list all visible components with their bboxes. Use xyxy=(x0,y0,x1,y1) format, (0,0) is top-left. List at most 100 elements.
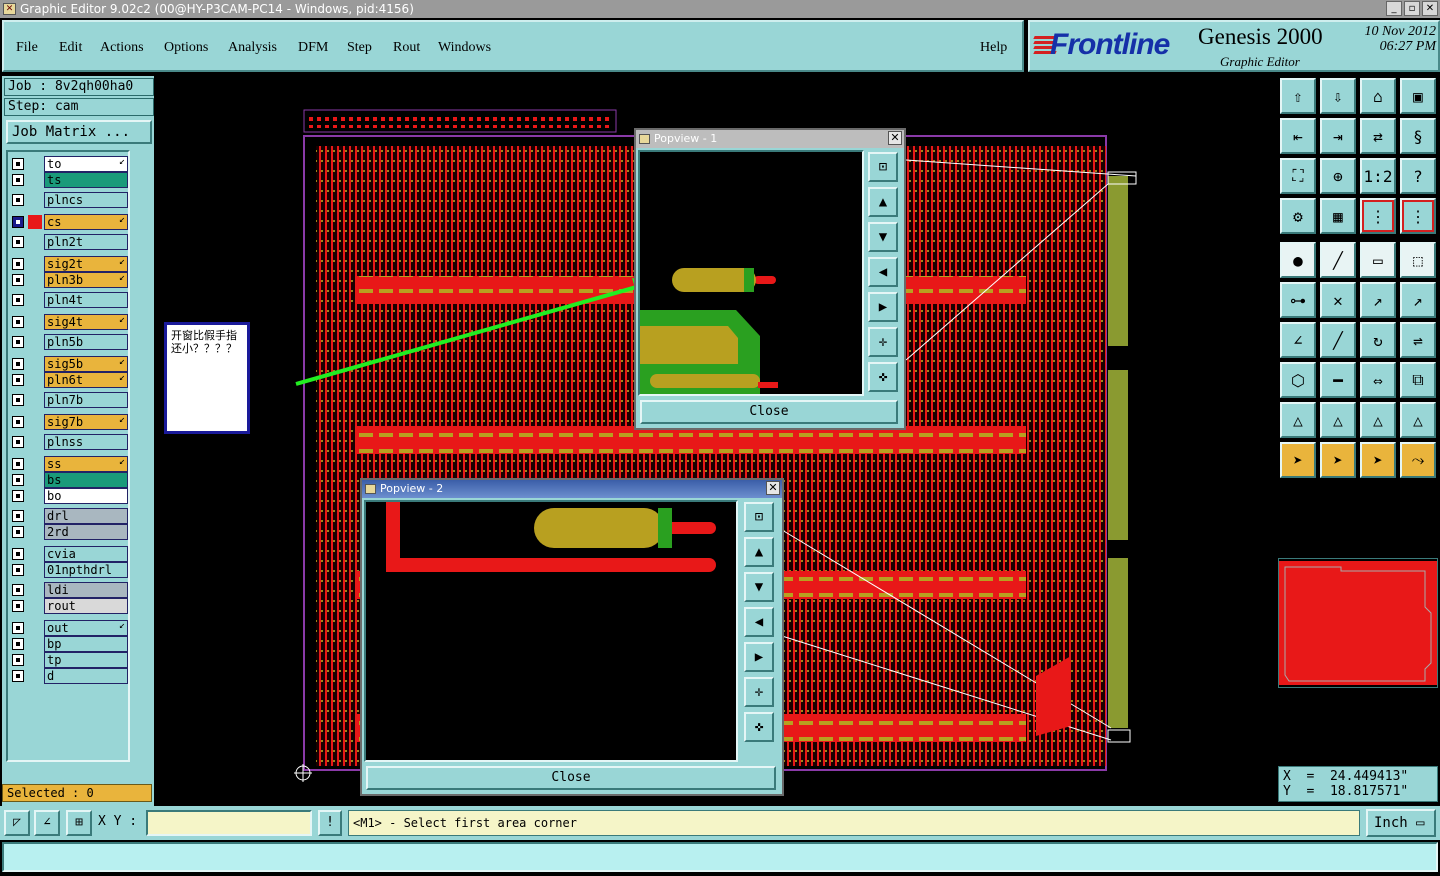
layer-visibility-checkbox[interactable] xyxy=(12,638,24,650)
resize-icon[interactable]: ⇔ xyxy=(1360,362,1396,398)
layer-visibility-checkbox[interactable] xyxy=(12,316,24,328)
zoom-window-icon[interactable]: ◸ xyxy=(4,810,30,836)
group-icon[interactable]: ⧉ xyxy=(1400,362,1436,398)
route-icon[interactable]: ⤳ xyxy=(1400,442,1436,478)
layer-row-bo[interactable]: bo xyxy=(10,488,128,504)
graphic-canvas[interactable]: 开窗比假手指还小？？？？ Popview - 1 ✕ ⊡ ▲ ▼ ◀ ▶ ✛ ✜… xyxy=(156,76,1276,806)
pan-up-icon[interactable]: ▲ xyxy=(868,187,898,217)
layer-name[interactable]: sig5b xyxy=(44,356,128,372)
layer-row-plncs[interactable]: plncs xyxy=(10,192,128,208)
zoom-out-icon[interactable]: ✜ xyxy=(868,362,898,392)
triangle-2-icon[interactable]: △ xyxy=(1320,402,1356,438)
layer-name[interactable]: pln5b xyxy=(44,334,128,350)
popview-2-close-icon[interactable]: ✕ xyxy=(766,481,780,495)
zoom-fit-icon[interactable]: ⊕ xyxy=(1320,158,1356,194)
layer-row-2rd[interactable]: 2rd xyxy=(10,524,128,540)
layer-visibility-checkbox[interactable] xyxy=(12,358,24,370)
layer-name[interactable]: 2rd xyxy=(44,524,128,540)
angle-icon[interactable]: ∠ xyxy=(1280,322,1316,358)
layer-row-plnss[interactable]: plnss xyxy=(10,434,128,450)
layer-row-sig4t[interactable]: sig4t ↙ xyxy=(10,314,128,330)
layer-name[interactable]: rout xyxy=(44,598,128,614)
layer-row-ldi[interactable]: ldi xyxy=(10,582,128,598)
select-area-icon[interactable]: ⬚ xyxy=(1400,242,1436,278)
menu-file[interactable]: File xyxy=(16,40,38,56)
zoom-home-icon[interactable]: ⊡ xyxy=(744,502,774,532)
layer-row-rout[interactable]: rout xyxy=(10,598,128,614)
layer-visibility-checkbox[interactable] xyxy=(12,336,24,348)
measure-angle-icon[interactable]: ∠ xyxy=(34,810,60,836)
pan-down-icon[interactable]: ▼ xyxy=(744,572,774,602)
layer-name[interactable]: sig2t xyxy=(44,256,128,272)
layer-name[interactable]: drl xyxy=(44,508,128,524)
layer-row-ss[interactable]: ss ↙ xyxy=(10,456,128,472)
menu-analysis[interactable]: Analysis xyxy=(228,40,277,56)
layer-visibility-checkbox[interactable] xyxy=(12,526,24,538)
layer-name[interactable]: d xyxy=(44,668,128,684)
layer-name[interactable]: cvia xyxy=(44,546,128,562)
polygon-icon[interactable]: ⬡ xyxy=(1280,362,1316,398)
layer-name[interactable]: ss xyxy=(44,456,128,472)
layer-name[interactable]: cs xyxy=(44,214,128,230)
layer-row-bs[interactable]: bs xyxy=(10,472,128,488)
pan-left-icon[interactable]: ◀ xyxy=(744,607,774,637)
layer-visibility-checkbox[interactable] xyxy=(12,548,24,560)
layer-visibility-checkbox[interactable] xyxy=(12,374,24,386)
pointer-select-icon[interactable]: ➤ xyxy=(1320,442,1356,478)
triangle-3-icon[interactable]: △ xyxy=(1360,402,1396,438)
layer-visibility-checkbox[interactable] xyxy=(12,458,24,470)
menu-help[interactable]: Help xyxy=(980,40,1007,56)
arc-icon[interactable]: ↻ xyxy=(1360,322,1396,358)
layer-row-pln7b[interactable]: pln7b xyxy=(10,392,128,408)
layer-name[interactable]: sig4t xyxy=(44,314,128,330)
import-icon[interactable]: ⇤ xyxy=(1280,118,1316,154)
ruler-icon[interactable]: ▭ xyxy=(1360,242,1396,278)
layer-name[interactable]: pln7b xyxy=(44,392,128,408)
connect-icon[interactable]: ⊶ xyxy=(1280,282,1316,318)
menu-edit[interactable]: Edit xyxy=(59,40,82,56)
popview-1-close-icon[interactable]: ✕ xyxy=(888,131,902,145)
pan-right-icon[interactable]: ▶ xyxy=(868,292,898,322)
layer-visibility-checkbox[interactable] xyxy=(12,474,24,486)
layer-row-pln3b[interactable]: pln3b ↙ xyxy=(10,272,128,288)
copy-icon[interactable]: ↗ xyxy=(1400,282,1436,318)
zoom-out-icon[interactable]: ✜ xyxy=(744,712,774,742)
layer-name[interactable]: out xyxy=(44,620,128,636)
layer-visibility-checkbox[interactable] xyxy=(12,490,24,502)
swap-icon[interactable]: ⇄ xyxy=(1360,118,1396,154)
layer-name[interactable]: ts xyxy=(44,172,128,188)
delete-icon[interactable]: ✕ xyxy=(1320,282,1356,318)
layer-name[interactable]: pln6t xyxy=(44,372,128,388)
layer-visibility-checkbox[interactable] xyxy=(12,584,24,596)
grid-icon[interactable]: ▦ xyxy=(1320,198,1356,234)
layer-visibility-checkbox[interactable] xyxy=(12,174,24,186)
layer-visibility-checkbox[interactable] xyxy=(12,670,24,682)
layer-visibility-checkbox[interactable] xyxy=(12,436,24,448)
pad-add-icon[interactable]: ● xyxy=(1280,242,1316,278)
minimize-button[interactable]: _ xyxy=(1386,1,1402,16)
menu-step[interactable]: Step xyxy=(347,40,372,56)
popview-1-close-button[interactable]: Close xyxy=(640,400,898,424)
layer-row-sig2t[interactable]: sig2t ↙ xyxy=(10,256,128,272)
maximize-button[interactable]: ▫ xyxy=(1404,1,1420,16)
overview-map[interactable] xyxy=(1278,558,1438,688)
layer-row-sig5b[interactable]: sig5b ↙ xyxy=(10,356,128,372)
pointer-icon[interactable]: ➤ xyxy=(1280,442,1316,478)
layer-row-out[interactable]: out ↙ xyxy=(10,620,128,636)
zoom-in-icon[interactable]: ✛ xyxy=(744,677,774,707)
layer-row-pln4t[interactable]: pln4t xyxy=(10,292,128,308)
menu-actions[interactable]: Actions xyxy=(100,40,144,56)
layer-row-drl[interactable]: drl xyxy=(10,508,128,524)
mirror-icon[interactable]: ⇌ xyxy=(1400,322,1436,358)
layer-visibility-checkbox[interactable] xyxy=(12,564,24,576)
layer-visibility-checkbox[interactable] xyxy=(12,294,24,306)
menu-rout[interactable]: Rout xyxy=(393,40,420,56)
layer-row-to[interactable]: to ↙ xyxy=(10,156,128,172)
pan-left-icon[interactable]: ◀ xyxy=(868,257,898,287)
measure-icon[interactable]: ⋮ xyxy=(1400,198,1436,234)
layer-visibility-checkbox[interactable] xyxy=(12,510,24,522)
layer-name[interactable]: 01npthdrl xyxy=(44,562,128,578)
xy-input[interactable] xyxy=(146,810,312,836)
layer-visibility-checkbox[interactable] xyxy=(12,216,24,228)
pan-right-icon[interactable]: ▶ xyxy=(744,642,774,672)
